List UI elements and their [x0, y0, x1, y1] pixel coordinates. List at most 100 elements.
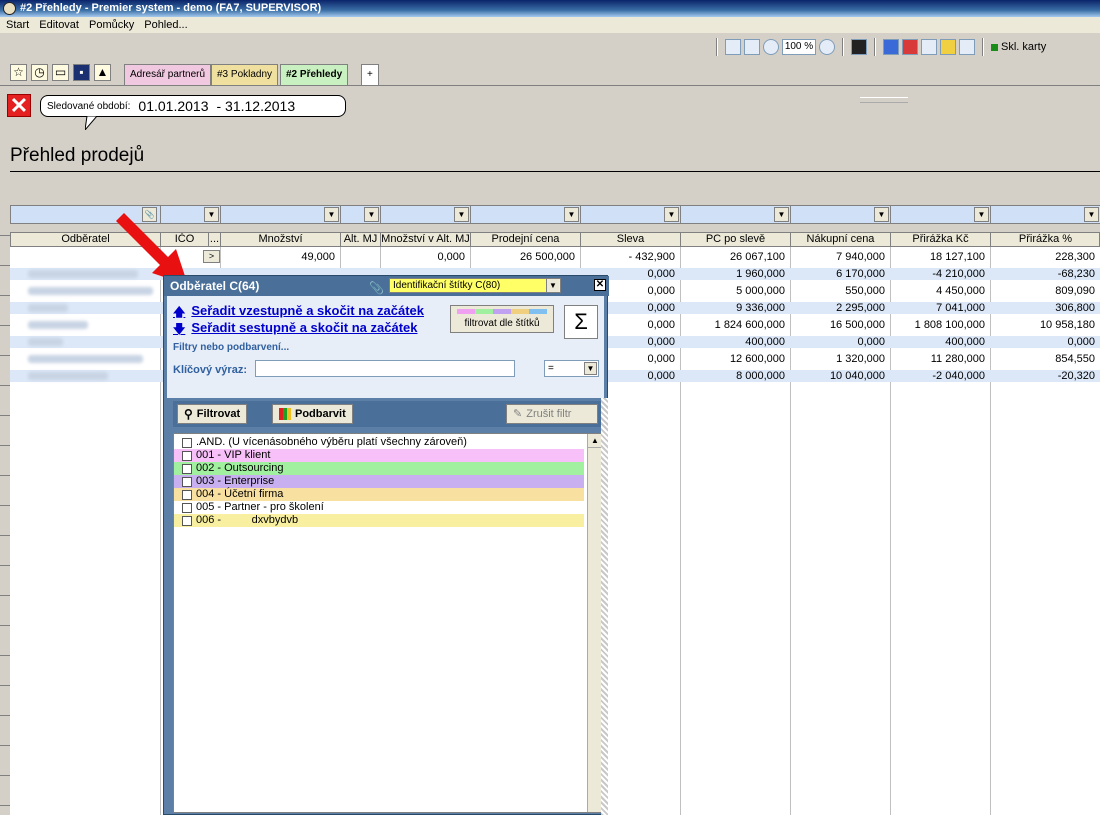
filter-cell-prirazka-kc[interactable]: ▼: [891, 206, 991, 223]
redacted-name: [28, 304, 68, 312]
filter-cell-mnozstvi[interactable]: ▼: [221, 206, 341, 223]
cell-prirazka-pct: 10 958,180: [1039, 319, 1095, 331]
tab-pokladny[interactable]: #3 Pokladny: [211, 64, 279, 85]
chevron-down-icon[interactable]: ▼: [974, 207, 989, 222]
chevron-down-icon[interactable]: ▼: [584, 362, 597, 375]
chevron-down-icon[interactable]: ▼: [324, 207, 339, 222]
filter-cell-sleva[interactable]: ▼: [581, 206, 681, 223]
chevron-down-icon[interactable]: ▼: [1084, 207, 1099, 222]
checkbox[interactable]: [182, 515, 192, 526]
tabs-bar: ☆ ◷ ▭ ▪ ▲ Adresář partnerů #3 Pokladny #…: [0, 60, 1100, 86]
labels-select[interactable]: Identifikační štítky C(80) ▼: [389, 278, 561, 293]
filter-by-labels-button[interactable]: filtrovat dle štítků: [450, 305, 554, 333]
checkbox[interactable]: [182, 502, 192, 513]
calculator-icon[interactable]: [921, 39, 937, 55]
zoom-in-icon[interactable]: [819, 39, 835, 55]
checkbox[interactable]: [182, 437, 192, 448]
list-item[interactable]: 001 - VIP klient: [174, 449, 584, 462]
col-more[interactable]: ...: [209, 233, 221, 246]
checkbox[interactable]: [182, 450, 192, 461]
menu-pohled[interactable]: Pohled...: [140, 17, 191, 33]
filter-cell-prirazka-pct[interactable]: ▼: [991, 206, 1100, 223]
screen-icon[interactable]: ▪: [73, 64, 90, 81]
filter-cell-mnozstvi-alt[interactable]: ▼: [381, 206, 471, 223]
checklist-scrollbar[interactable]: ▲: [587, 434, 602, 812]
list-item[interactable]: 002 - Outsourcing: [174, 462, 584, 475]
chevron-down-icon[interactable]: ▼: [564, 207, 579, 222]
folder-icon[interactable]: [940, 39, 956, 55]
user-icon[interactable]: [959, 39, 975, 55]
list-item[interactable]: 005 - Partner - pro školení: [174, 501, 584, 514]
cell-prirazka-pct: 809,090: [1055, 285, 1095, 297]
menu-start[interactable]: Start: [2, 17, 33, 33]
print-icon[interactable]: [902, 39, 918, 55]
redacted-name: [28, 321, 88, 329]
list-item[interactable]: .AND. (U vícenásobného výběru platí všec…: [174, 436, 584, 449]
window-icon[interactable]: ▭: [52, 64, 69, 81]
col-divider: [790, 247, 791, 815]
filter-cell-altmj[interactable]: ▼: [341, 206, 381, 223]
zoom-level[interactable]: 100 %: [782, 39, 816, 55]
cancel-filter-button[interactable]: ✎ Zrušit filtr: [506, 404, 598, 424]
operator-select[interactable]: = ▼: [544, 360, 599, 377]
chevron-down-icon[interactable]: ▼: [774, 207, 789, 222]
chart-icon[interactable]: ▲: [94, 64, 111, 81]
filter-cell-prodejni[interactable]: ▼: [471, 206, 581, 223]
layout-icon[interactable]: [725, 39, 741, 55]
star-icon[interactable]: ☆: [10, 64, 27, 81]
clock-icon[interactable]: ◷: [31, 64, 48, 81]
tab-add[interactable]: +: [361, 64, 379, 85]
filter-cell-nakupni[interactable]: ▼: [791, 206, 891, 223]
col-prodejni[interactable]: Prodejní cena: [471, 233, 581, 246]
zoom-out-icon[interactable]: [763, 39, 779, 55]
cell-nakupni: 2 295,000: [836, 302, 885, 314]
chevron-down-icon[interactable]: ▼: [204, 207, 219, 222]
checkbox[interactable]: [182, 476, 192, 487]
cell-pc-po-sleve: 9 336,000: [736, 302, 785, 314]
color-button[interactable]: Podbarvit: [272, 404, 353, 424]
chevron-down-icon[interactable]: ▼: [874, 207, 889, 222]
menu-pomucky[interactable]: Pomůcky: [85, 17, 138, 33]
keyword-input[interactable]: [255, 360, 515, 377]
labels-checklist: .AND. (U vícenásobného výběru platí všec…: [173, 433, 603, 813]
cancel-filter-label: Zrušit filtr: [526, 408, 572, 420]
scroll-up-icon[interactable]: ▲: [588, 434, 602, 448]
filter-cell-pc-po-sleve[interactable]: ▼: [681, 206, 791, 223]
monitor-icon[interactable]: [851, 39, 867, 55]
filter-button[interactable]: ⚲ Filtrovat: [177, 404, 248, 424]
col-mnozstvi-alt[interactable]: Množství v Alt. MJ: [381, 233, 471, 246]
row-expand-button[interactable]: >: [203, 250, 220, 263]
list-item[interactable]: 004 - Účetní firma: [174, 488, 584, 501]
layout-alt-icon[interactable]: [744, 39, 760, 55]
tab-prehledy[interactable]: #2 Přehledy: [280, 64, 349, 85]
chevron-down-icon[interactable]: ▼: [664, 207, 679, 222]
col-sleva[interactable]: Sleva: [581, 233, 681, 246]
col-prirazka-kc[interactable]: Přirážka Kč: [891, 233, 991, 246]
checkbox[interactable]: [182, 463, 192, 474]
col-altmj[interactable]: Alt. MJ: [341, 233, 381, 246]
popup-resize-edge[interactable]: [601, 398, 608, 815]
chevron-down-icon[interactable]: ▼: [546, 279, 559, 292]
chevron-down-icon[interactable]: ▼: [454, 207, 469, 222]
skl-karty-button[interactable]: Skl. karty: [991, 41, 1046, 53]
sort-desc-link[interactable]: 🡇 Seřadit sestupně a skočit na začátek: [173, 320, 418, 341]
gutter-mark: [0, 565, 10, 566]
cell-prirazka-pct: -20,320: [1057, 370, 1095, 382]
period-bubble[interactable]: Sledované období: 01.01.2013 - 31.12.201…: [40, 95, 346, 117]
close-icon[interactable]: ✕: [594, 279, 606, 291]
col-prirazka-pct[interactable]: Přirážka %: [991, 233, 1100, 246]
menu-editovat[interactable]: Editovat: [35, 17, 83, 33]
col-nakupni[interactable]: Nákupní cena: [791, 233, 891, 246]
col-mnozstvi[interactable]: Množství: [221, 233, 341, 246]
chevron-down-icon[interactable]: ▼: [364, 207, 379, 222]
splitter-handle[interactable]: [860, 97, 908, 103]
window-icon[interactable]: [883, 39, 899, 55]
col-pc-po-sleve[interactable]: PC po slevě: [681, 233, 791, 246]
close-icon[interactable]: ✕: [7, 94, 31, 117]
tab-adresar-partneru[interactable]: Adresář partnerů: [124, 64, 212, 85]
list-item[interactable]: 006 - dxvbydvb: [174, 514, 584, 527]
cell-prirazka-pct: 306,800: [1055, 302, 1095, 314]
sum-button[interactable]: Σ: [564, 305, 598, 339]
checkbox[interactable]: [182, 489, 192, 500]
list-item[interactable]: 003 - Enterprise: [174, 475, 584, 488]
